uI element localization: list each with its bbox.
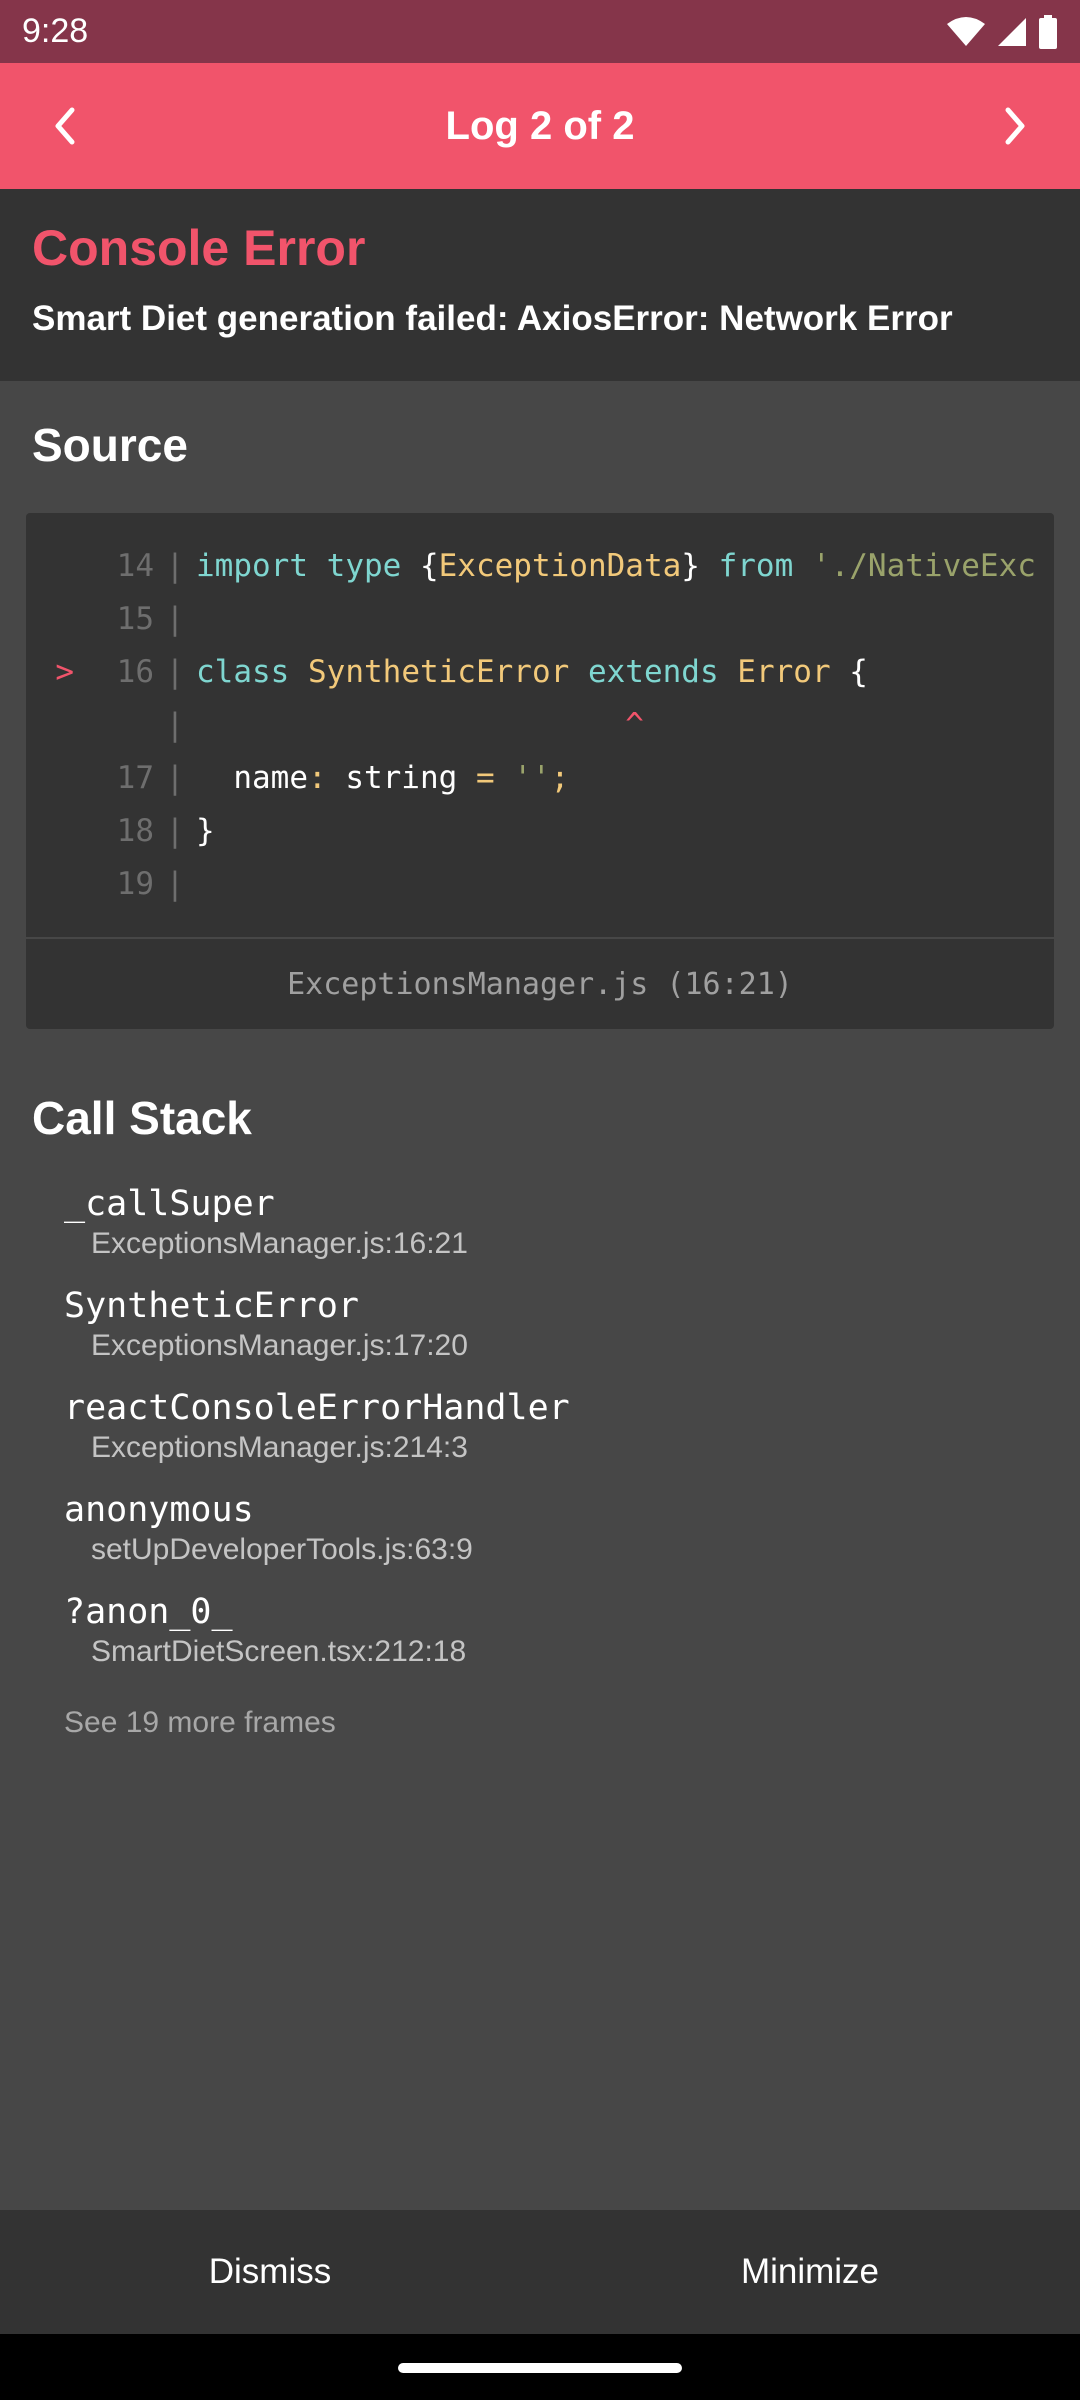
- call-stack-title: Call Stack: [32, 1092, 252, 1144]
- frame-function-name: SyntheticError: [64, 1286, 360, 1326]
- chevron-right-icon: [1005, 107, 1025, 145]
- battery-icon: [1039, 14, 1057, 49]
- line-number: 15: [116, 600, 154, 637]
- line-separator: |: [165, 865, 185, 902]
- frame-function-name: anonymous: [64, 1490, 254, 1530]
- line-separator: |: [165, 706, 185, 743]
- line-number: 17: [116, 759, 154, 796]
- frame-location: ExceptionsManager.js:16:21: [91, 1227, 468, 1260]
- chevron-left-icon: [55, 107, 75, 145]
- code-line: 18 | }: [26, 804, 1054, 857]
- stack-frame[interactable]: SyntheticError ExceptionsManager.js:17:2…: [64, 1284, 1044, 1386]
- status-icons: [946, 14, 1058, 49]
- code-line: 15 |: [26, 592, 1054, 645]
- bottom-action-bar: Dismiss Minimize: [0, 2210, 1080, 2334]
- code-text: class SyntheticError extends Error {: [196, 653, 868, 690]
- see-more-frames-link[interactable]: See 19 more frames: [64, 1706, 336, 1740]
- stack-frame[interactable]: _callSuper ExceptionsManager.js:16:21: [64, 1182, 1044, 1284]
- frame-location: ExceptionsManager.js:214:3: [91, 1431, 468, 1464]
- error-caret: ^: [196, 706, 644, 743]
- log-title: Log 2 of 2: [445, 103, 635, 148]
- status-bar: 9:28: [0, 0, 1080, 63]
- source-code-frame[interactable]: 14 | import type {ExceptionData} from '.…: [26, 513, 1054, 1029]
- code-line-highlighted: > 16 | class SyntheticError extends Erro…: [26, 645, 1054, 698]
- code-text: name: string = '';: [196, 759, 570, 796]
- status-time: 9:28: [22, 12, 89, 50]
- minimize-button[interactable]: Minimize: [540, 2210, 1080, 2334]
- cellular-signal-icon: [998, 17, 1026, 46]
- line-number: 16: [116, 653, 154, 690]
- line-number: 14: [116, 547, 154, 584]
- error-message: Smart Diet generation failed: AxiosError…: [32, 299, 953, 338]
- wifi-icon: [947, 16, 985, 46]
- line-marker: >: [55, 653, 74, 690]
- log-header: Log 2 of 2: [0, 63, 1080, 189]
- code-text: }: [196, 812, 215, 849]
- next-log-button[interactable]: [950, 63, 1080, 189]
- stack-frame[interactable]: ?anon_0_ SmartDietScreen.tsx:212:18: [64, 1590, 1044, 1692]
- source-file-location[interactable]: ExceptionsManager.js (16:21): [26, 937, 1054, 1029]
- line-separator: |: [165, 547, 185, 584]
- call-stack-list: _callSuper ExceptionsManager.js:16:21 Sy…: [64, 1182, 1044, 1692]
- code-line: 17 | name: string = '';: [26, 751, 1054, 804]
- line-separator: |: [165, 759, 185, 796]
- frame-function-name: reactConsoleErrorHandler: [64, 1388, 570, 1428]
- frame-location: ExceptionsManager.js:17:20: [91, 1329, 468, 1362]
- line-separator: |: [165, 812, 185, 849]
- dismiss-button[interactable]: Dismiss: [0, 2210, 540, 2334]
- code-line: 19 |: [26, 857, 1054, 910]
- line-separator: |: [165, 653, 185, 690]
- frame-function-name: _callSuper: [64, 1184, 275, 1224]
- code-text: import type {ExceptionData} from './Nati…: [196, 547, 1036, 584]
- source-title: Source: [32, 419, 188, 471]
- error-type: Console Error: [32, 220, 366, 276]
- home-indicator[interactable]: [398, 2363, 682, 2373]
- line-number: 19: [116, 865, 154, 902]
- stack-frame[interactable]: anonymous setUpDeveloperTools.js:63:9: [64, 1488, 1044, 1590]
- stack-frame[interactable]: reactConsoleErrorHandler ExceptionsManag…: [64, 1386, 1044, 1488]
- frame-location: SmartDietScreen.tsx:212:18: [91, 1635, 467, 1668]
- code-line: 14 | import type {ExceptionData} from '.…: [26, 539, 1054, 592]
- line-separator: |: [165, 600, 185, 637]
- frame-location: setUpDeveloperTools.js:63:9: [91, 1533, 473, 1566]
- previous-log-button[interactable]: [0, 63, 130, 189]
- code-line-caret: | ^: [26, 698, 1054, 751]
- line-number: 18: [116, 812, 154, 849]
- code-lines: 14 | import type {ExceptionData} from '.…: [26, 539, 1054, 949]
- frame-function-name: ?anon_0_: [64, 1592, 233, 1632]
- error-summary: Console Error Smart Diet generation fail…: [0, 189, 1080, 381]
